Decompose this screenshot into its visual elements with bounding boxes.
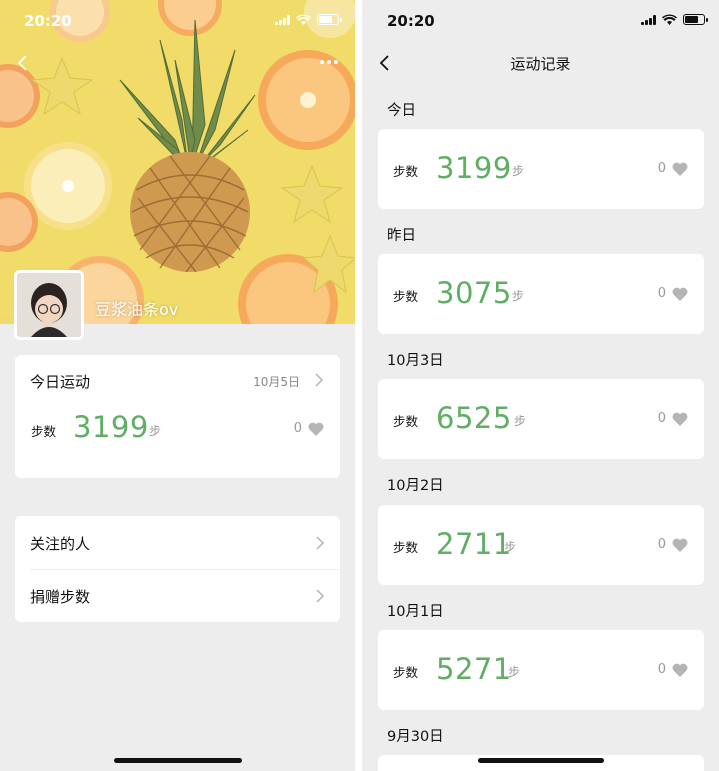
heart-icon — [672, 412, 688, 426]
steps-label: 步数 — [393, 164, 419, 179]
heart-icon — [308, 422, 324, 436]
chevron-right-icon — [316, 589, 325, 603]
steps-label: 步数 — [31, 424, 57, 439]
steps-unit: 步 — [508, 665, 521, 679]
more-button[interactable] — [317, 52, 341, 72]
steps-value: 3199 — [73, 410, 149, 444]
status-time: 20:20 — [387, 12, 435, 30]
chevron-left-icon — [17, 55, 27, 71]
like-button[interactable]: 0 — [658, 286, 688, 301]
steps-label: 步数 — [393, 665, 419, 680]
like-count: 0 — [657, 411, 666, 426]
like-count: 0 — [657, 286, 666, 301]
status-bar: 20:20 — [362, 0, 719, 40]
chevron-right-icon — [315, 373, 324, 387]
status-icons — [641, 14, 708, 25]
today-card-date: 10月5日 — [253, 375, 300, 389]
day-label: 10月1日 — [387, 604, 444, 620]
menu-item-label: 关注的人 — [30, 535, 91, 553]
heart-icon — [672, 663, 688, 677]
like-button[interactable]: 0 — [658, 411, 688, 426]
child-avatar-image — [17, 273, 81, 337]
status-icons — [275, 14, 342, 25]
record-card[interactable]: 步数 6525 步 0 — [378, 379, 704, 459]
steps-value: 6525 — [436, 401, 512, 435]
steps-value: 5271 — [436, 652, 512, 686]
day-label: 今日 — [387, 103, 416, 119]
day-label: 10月2日 — [387, 478, 444, 494]
menu-item-donate-steps[interactable]: 捐赠步数 — [15, 569, 340, 622]
wifi-icon — [662, 14, 677, 25]
record-card[interactable]: 步数 3199 步 0 — [378, 129, 704, 209]
status-bar: 20:20 — [0, 0, 355, 40]
battery-icon — [317, 14, 342, 25]
steps-unit: 步 — [512, 164, 525, 178]
like-button[interactable]: 0 — [294, 421, 324, 436]
screen-divider — [355, 0, 362, 771]
like-count: 0 — [293, 421, 302, 436]
signal-icon — [275, 14, 290, 25]
like-button[interactable]: 0 — [658, 161, 688, 176]
day-label: 9月30日 — [387, 729, 444, 745]
steps-unit: 步 — [504, 540, 517, 554]
steps-unit: 步 — [149, 424, 162, 438]
username: 豆浆油条ov — [95, 300, 179, 319]
day-label: 昨日 — [387, 228, 416, 244]
today-exercise-card[interactable]: 今日运动 10月5日 步数 3199 步 0 — [15, 355, 340, 478]
status-time: 20:20 — [24, 12, 72, 30]
like-count: 0 — [657, 662, 666, 677]
avatar[interactable] — [14, 270, 84, 340]
heart-icon — [672, 538, 688, 552]
battery-icon — [683, 14, 708, 25]
like-button[interactable]: 0 — [658, 662, 688, 677]
steps-value: 3199 — [436, 151, 512, 185]
steps-value: 3075 — [436, 276, 512, 310]
like-button[interactable]: 0 — [658, 537, 688, 552]
steps-label: 步数 — [393, 289, 419, 304]
menu-card: 关注的人 捐赠步数 — [15, 516, 340, 622]
heart-icon — [672, 162, 688, 176]
record-card[interactable]: 步数 5271 步 0 — [378, 630, 704, 710]
like-count: 0 — [657, 537, 666, 552]
exercise-records-screen: 20:20 运动记录 今日 步数 3199 步 0 昨日 步数 3075 步 0… — [362, 0, 719, 771]
menu-item-label: 捐赠步数 — [30, 588, 91, 606]
steps-label: 步数 — [393, 414, 419, 429]
more-dots-icon — [320, 60, 324, 64]
heart-icon — [672, 287, 688, 301]
steps-unit: 步 — [514, 414, 527, 428]
wifi-icon — [296, 14, 311, 25]
home-indicator[interactable] — [478, 758, 604, 763]
page-title: 运动记录 — [510, 55, 571, 73]
back-button[interactable] — [10, 51, 34, 75]
like-count: 0 — [657, 161, 666, 176]
day-label: 10月3日 — [387, 353, 444, 369]
steps-unit: 步 — [512, 289, 525, 303]
chevron-right-icon — [316, 536, 325, 550]
signal-icon — [641, 14, 656, 25]
home-indicator[interactable] — [114, 758, 242, 763]
record-card[interactable]: 步数 3075 步 0 — [378, 254, 704, 334]
steps-value: 2711 — [436, 527, 512, 561]
menu-item-following[interactable]: 关注的人 — [15, 516, 340, 569]
steps-label: 步数 — [393, 540, 419, 555]
profile-screen: 20:20 豆浆油条ov 今日运动 10月5日 步数 3199 步 0 关注的人… — [0, 0, 355, 771]
record-card[interactable]: 步数 2711 步 0 — [378, 505, 704, 585]
today-card-title: 今日运动 — [30, 373, 91, 391]
